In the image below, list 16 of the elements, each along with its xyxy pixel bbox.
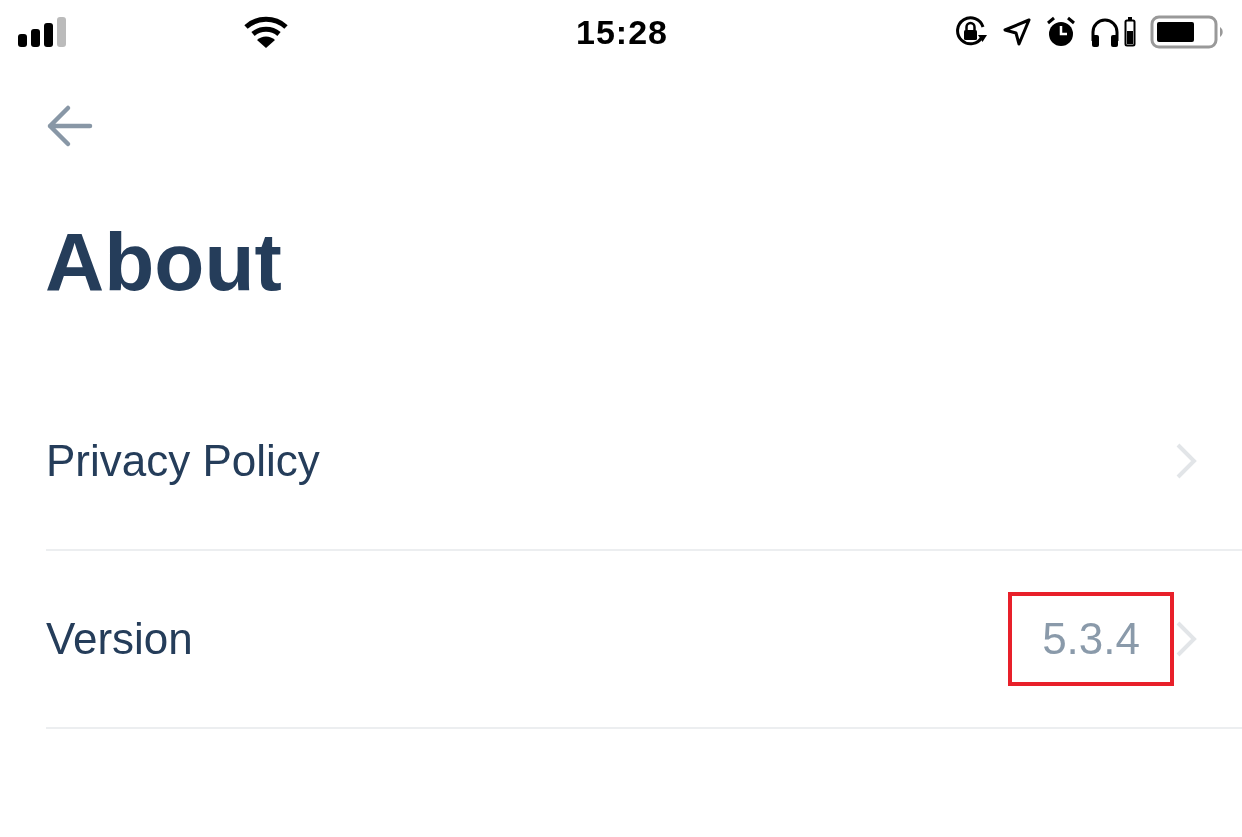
headphones-icon [1090, 17, 1120, 47]
chevron-icon [1174, 441, 1198, 481]
alarm-icon [1046, 16, 1076, 48]
page-title: About [45, 221, 283, 303]
battery-icon [1150, 15, 1226, 49]
row-label: Version [46, 614, 194, 664]
location-icon [1002, 17, 1032, 47]
list-row[interactable]: Version 5.3.4 [46, 551, 1242, 729]
chevron-icon [1174, 619, 1198, 659]
row-label: Privacy Policy [46, 436, 321, 486]
wifi-icon [244, 16, 288, 48]
status-time: 15:28 [576, 12, 668, 52]
battery-icon [1124, 17, 1136, 47]
signal-icon [18, 17, 68, 47]
version-value: 5.3.4 [1041, 613, 1141, 665]
list-row[interactable]: Privacy Policy [46, 373, 1242, 551]
